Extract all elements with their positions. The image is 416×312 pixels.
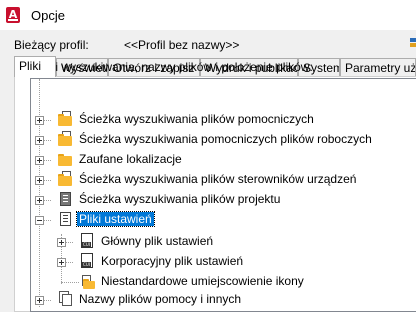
folder-icon <box>79 273 95 289</box>
tree-item-trusted-locations[interactable]: Zaufane lokalizacje <box>57 150 416 168</box>
tab-files[interactable]: Pliki <box>14 56 56 77</box>
settings-file-icon <box>57 211 73 227</box>
tree-item-label: Nazwy plików pomocy i innych <box>79 292 242 306</box>
tree-item-label: Niestandardowe umiejscowienie ikony <box>101 274 304 288</box>
current-profile-value: <<Profil bez nazwy>> <box>124 38 240 52</box>
tree-item-support-files[interactable]: Ścieżka wyszukiwania plików pomocniczych <box>57 110 416 128</box>
title-bar: A Opcje <box>0 0 416 30</box>
app-icon[interactable]: A <box>6 7 20 23</box>
tree-item-label: Ścieżka wyszukiwania plików sterowników … <box>79 172 357 186</box>
help-files-icon <box>57 291 73 307</box>
tree-item-customization-files[interactable]: Pliki ustawień <box>57 210 416 228</box>
tree-item-label: Korporacyjny plik ustawień <box>101 254 244 268</box>
window-title: Opcje <box>31 8 65 23</box>
folder-search-icon <box>57 131 73 147</box>
tree-item-enterprise-customization-file[interactable]: CUI Korporacyjny plik ustawień <box>79 252 416 270</box>
tree-item-help-and-misc-files[interactable]: Nazwy plików pomocy i innych <box>57 290 416 308</box>
folder-search-icon <box>57 171 73 187</box>
tree-item-project-files[interactable]: Ścieżka wyszukiwania plików projektu <box>57 190 416 208</box>
expand-button[interactable] <box>35 136 44 145</box>
files-tree[interactable]: Ścieżka wyszukiwania plików pomocniczych… <box>30 78 416 312</box>
tree-item-label: Zaufane lokalizacje <box>79 152 182 166</box>
expand-button[interactable] <box>57 258 66 267</box>
tree-item-label: Pliki ustawień <box>76 211 155 227</box>
cui-file-icon: CUI <box>79 233 95 249</box>
expand-button[interactable] <box>35 116 44 125</box>
folder-search-icon <box>57 111 73 127</box>
tree-item-label: Główny plik ustawień <box>101 234 214 248</box>
tree-item-label: Ścieżka wyszukiwania plików pomocniczych <box>79 112 314 126</box>
expand-button[interactable] <box>57 238 66 247</box>
tree-item-custom-icon-location[interactable]: Niestandardowe umiejscowienie ikony <box>79 272 416 290</box>
tab-user-preferences[interactable]: Parametry użytkownika <box>340 58 416 76</box>
tree-item-main-customization-file[interactable]: CUI Główny plik ustawień <box>79 232 416 250</box>
folder-icon <box>57 151 73 167</box>
cui-file-icon: CUI <box>79 253 95 269</box>
expand-button[interactable] <box>35 156 44 165</box>
collapse-button[interactable] <box>35 216 44 225</box>
tree-item-working-support-files[interactable]: Ścieżka wyszukiwania pomocniczych plików… <box>57 130 416 148</box>
tree-item-label: Ścieżka wyszukiwania pomocniczych plików… <box>79 132 372 146</box>
files-section-label: Ścieżki wyszukiwania, nazwy plików i poł… <box>20 60 313 74</box>
tree-item-label: Ścieżka wyszukiwania plików projektu <box>79 192 281 206</box>
tree-item-device-drivers[interactable]: Ścieżka wyszukiwania plików sterowników … <box>57 170 416 188</box>
project-file-icon <box>57 191 73 207</box>
expand-button[interactable] <box>35 176 44 185</box>
expand-button[interactable] <box>35 196 44 205</box>
current-profile-label: Bieżący profil: <box>14 38 89 52</box>
expand-button[interactable] <box>35 296 44 305</box>
profile-icon <box>410 38 416 48</box>
